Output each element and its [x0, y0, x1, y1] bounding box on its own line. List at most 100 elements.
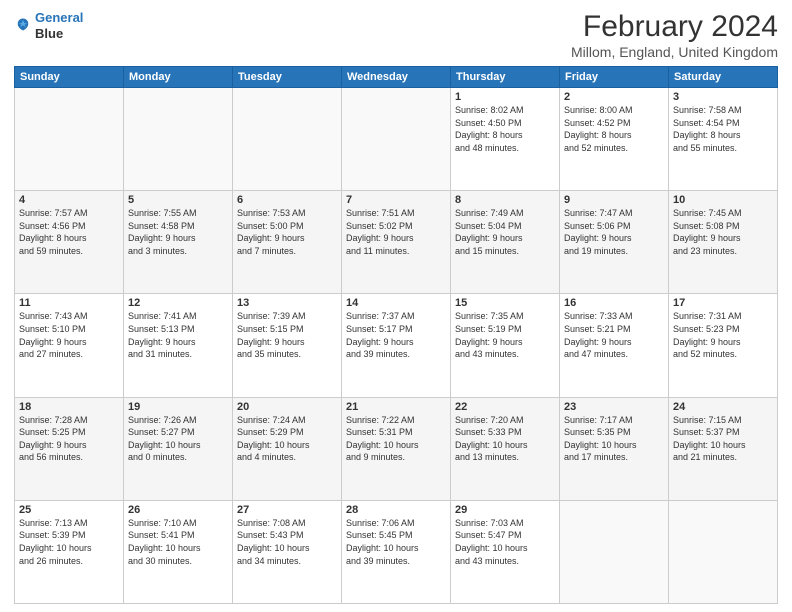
day-info: Sunrise: 7:35 AM Sunset: 5:19 PM Dayligh…: [455, 310, 555, 360]
day-number: 1: [455, 91, 555, 103]
day-info: Sunrise: 7:37 AM Sunset: 5:17 PM Dayligh…: [346, 310, 446, 360]
day-info: Sunrise: 7:22 AM Sunset: 5:31 PM Dayligh…: [346, 414, 446, 464]
cell-week2-day3: 7Sunrise: 7:51 AM Sunset: 5:02 PM Daylig…: [342, 191, 451, 294]
week-row-1: 1Sunrise: 8:02 AM Sunset: 4:50 PM Daylig…: [15, 88, 778, 191]
day-number: 20: [237, 401, 337, 413]
title-block: February 2024 Millom, England, United Ki…: [571, 10, 778, 60]
day-info: Sunrise: 7:28 AM Sunset: 5:25 PM Dayligh…: [19, 414, 119, 464]
cell-week2-day4: 8Sunrise: 7:49 AM Sunset: 5:04 PM Daylig…: [451, 191, 560, 294]
day-info: Sunrise: 7:39 AM Sunset: 5:15 PM Dayligh…: [237, 310, 337, 360]
day-number: 14: [346, 297, 446, 309]
day-number: 18: [19, 401, 119, 413]
day-number: 7: [346, 194, 446, 206]
week-row-2: 4Sunrise: 7:57 AM Sunset: 4:56 PM Daylig…: [15, 191, 778, 294]
day-info: Sunrise: 7:58 AM Sunset: 4:54 PM Dayligh…: [673, 104, 773, 154]
cell-week5-day0: 25Sunrise: 7:13 AM Sunset: 5:39 PM Dayli…: [15, 500, 124, 603]
day-info: Sunrise: 7:10 AM Sunset: 5:41 PM Dayligh…: [128, 517, 228, 567]
day-info: Sunrise: 7:24 AM Sunset: 5:29 PM Dayligh…: [237, 414, 337, 464]
day-number: 2: [564, 91, 664, 103]
cell-week1-day3: [342, 88, 451, 191]
cell-week1-day6: 3Sunrise: 7:58 AM Sunset: 4:54 PM Daylig…: [669, 88, 778, 191]
col-wednesday: Wednesday: [342, 67, 451, 88]
day-info: Sunrise: 7:55 AM Sunset: 4:58 PM Dayligh…: [128, 207, 228, 257]
week-row-3: 11Sunrise: 7:43 AM Sunset: 5:10 PM Dayli…: [15, 294, 778, 397]
day-info: Sunrise: 7:49 AM Sunset: 5:04 PM Dayligh…: [455, 207, 555, 257]
day-number: 21: [346, 401, 446, 413]
day-number: 9: [564, 194, 664, 206]
day-info: Sunrise: 7:06 AM Sunset: 5:45 PM Dayligh…: [346, 517, 446, 567]
cell-week1-day2: [233, 88, 342, 191]
logo: General Blue: [14, 10, 83, 41]
day-number: 28: [346, 504, 446, 516]
cell-week3-day1: 12Sunrise: 7:41 AM Sunset: 5:13 PM Dayli…: [124, 294, 233, 397]
day-number: 22: [455, 401, 555, 413]
header: General Blue February 2024 Millom, Engla…: [14, 10, 778, 60]
day-info: Sunrise: 7:57 AM Sunset: 4:56 PM Dayligh…: [19, 207, 119, 257]
day-number: 3: [673, 91, 773, 103]
col-monday: Monday: [124, 67, 233, 88]
day-info: Sunrise: 7:13 AM Sunset: 5:39 PM Dayligh…: [19, 517, 119, 567]
cell-week5-day2: 27Sunrise: 7:08 AM Sunset: 5:43 PM Dayli…: [233, 500, 342, 603]
cell-week4-day2: 20Sunrise: 7:24 AM Sunset: 5:29 PM Dayli…: [233, 397, 342, 500]
day-info: Sunrise: 7:20 AM Sunset: 5:33 PM Dayligh…: [455, 414, 555, 464]
day-number: 4: [19, 194, 119, 206]
cell-week5-day3: 28Sunrise: 7:06 AM Sunset: 5:45 PM Dayli…: [342, 500, 451, 603]
calendar-table: Sunday Monday Tuesday Wednesday Thursday…: [14, 66, 778, 604]
cell-week3-day3: 14Sunrise: 7:37 AM Sunset: 5:17 PM Dayli…: [342, 294, 451, 397]
day-number: 13: [237, 297, 337, 309]
cell-week1-day4: 1Sunrise: 8:02 AM Sunset: 4:50 PM Daylig…: [451, 88, 560, 191]
cell-week3-day2: 13Sunrise: 7:39 AM Sunset: 5:15 PM Dayli…: [233, 294, 342, 397]
cell-week3-day0: 11Sunrise: 7:43 AM Sunset: 5:10 PM Dayli…: [15, 294, 124, 397]
cell-week4-day1: 19Sunrise: 7:26 AM Sunset: 5:27 PM Dayli…: [124, 397, 233, 500]
cell-week4-day5: 23Sunrise: 7:17 AM Sunset: 5:35 PM Dayli…: [560, 397, 669, 500]
calendar-header-row: Sunday Monday Tuesday Wednesday Thursday…: [15, 67, 778, 88]
day-info: Sunrise: 7:26 AM Sunset: 5:27 PM Dayligh…: [128, 414, 228, 464]
day-info: Sunrise: 7:33 AM Sunset: 5:21 PM Dayligh…: [564, 310, 664, 360]
day-info: Sunrise: 7:45 AM Sunset: 5:08 PM Dayligh…: [673, 207, 773, 257]
cell-week2-day5: 9Sunrise: 7:47 AM Sunset: 5:06 PM Daylig…: [560, 191, 669, 294]
cell-week1-day0: [15, 88, 124, 191]
day-info: Sunrise: 8:00 AM Sunset: 4:52 PM Dayligh…: [564, 104, 664, 154]
day-info: Sunrise: 7:03 AM Sunset: 5:47 PM Dayligh…: [455, 517, 555, 567]
cell-week5-day5: [560, 500, 669, 603]
day-number: 24: [673, 401, 773, 413]
cell-week5-day6: [669, 500, 778, 603]
day-number: 8: [455, 194, 555, 206]
week-row-4: 18Sunrise: 7:28 AM Sunset: 5:25 PM Dayli…: [15, 397, 778, 500]
day-number: 12: [128, 297, 228, 309]
day-number: 11: [19, 297, 119, 309]
month-title: February 2024: [571, 10, 778, 44]
logo-icon: [14, 17, 32, 35]
day-info: Sunrise: 7:17 AM Sunset: 5:35 PM Dayligh…: [564, 414, 664, 464]
cell-week2-day6: 10Sunrise: 7:45 AM Sunset: 5:08 PM Dayli…: [669, 191, 778, 294]
cell-week3-day5: 16Sunrise: 7:33 AM Sunset: 5:21 PM Dayli…: [560, 294, 669, 397]
col-saturday: Saturday: [669, 67, 778, 88]
logo-text: General Blue: [35, 10, 83, 41]
day-number: 6: [237, 194, 337, 206]
col-sunday: Sunday: [15, 67, 124, 88]
cell-week4-day0: 18Sunrise: 7:28 AM Sunset: 5:25 PM Dayli…: [15, 397, 124, 500]
day-info: Sunrise: 7:53 AM Sunset: 5:00 PM Dayligh…: [237, 207, 337, 257]
cell-week2-day2: 6Sunrise: 7:53 AM Sunset: 5:00 PM Daylig…: [233, 191, 342, 294]
cell-week1-day1: [124, 88, 233, 191]
day-number: 5: [128, 194, 228, 206]
cell-week4-day6: 24Sunrise: 7:15 AM Sunset: 5:37 PM Dayli…: [669, 397, 778, 500]
cell-week4-day3: 21Sunrise: 7:22 AM Sunset: 5:31 PM Dayli…: [342, 397, 451, 500]
day-info: Sunrise: 7:43 AM Sunset: 5:10 PM Dayligh…: [19, 310, 119, 360]
day-number: 17: [673, 297, 773, 309]
day-info: Sunrise: 7:31 AM Sunset: 5:23 PM Dayligh…: [673, 310, 773, 360]
col-tuesday: Tuesday: [233, 67, 342, 88]
day-number: 16: [564, 297, 664, 309]
cell-week4-day4: 22Sunrise: 7:20 AM Sunset: 5:33 PM Dayli…: [451, 397, 560, 500]
day-info: Sunrise: 7:15 AM Sunset: 5:37 PM Dayligh…: [673, 414, 773, 464]
cell-week2-day1: 5Sunrise: 7:55 AM Sunset: 4:58 PM Daylig…: [124, 191, 233, 294]
day-number: 23: [564, 401, 664, 413]
cell-week2-day0: 4Sunrise: 7:57 AM Sunset: 4:56 PM Daylig…: [15, 191, 124, 294]
cell-week5-day1: 26Sunrise: 7:10 AM Sunset: 5:41 PM Dayli…: [124, 500, 233, 603]
cell-week1-day5: 2Sunrise: 8:00 AM Sunset: 4:52 PM Daylig…: [560, 88, 669, 191]
day-number: 25: [19, 504, 119, 516]
week-row-5: 25Sunrise: 7:13 AM Sunset: 5:39 PM Dayli…: [15, 500, 778, 603]
day-number: 29: [455, 504, 555, 516]
day-number: 15: [455, 297, 555, 309]
day-info: Sunrise: 7:41 AM Sunset: 5:13 PM Dayligh…: [128, 310, 228, 360]
